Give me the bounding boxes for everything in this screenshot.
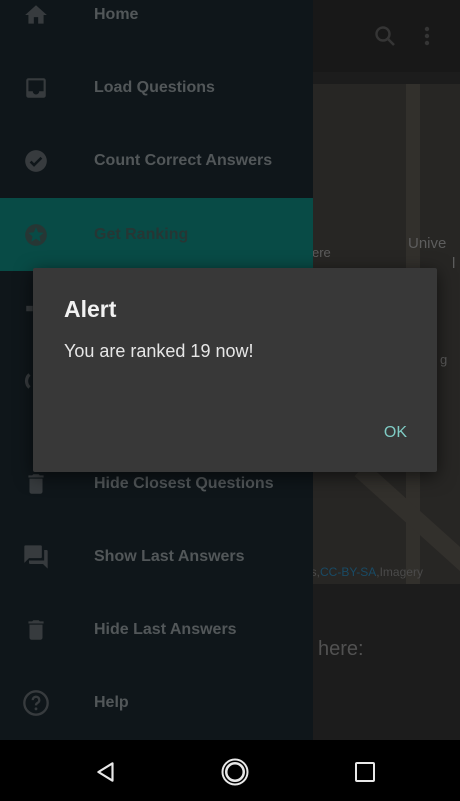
ok-button[interactable]: OK [384, 424, 407, 442]
system-navigation-bar [0, 740, 460, 801]
back-icon[interactable] [86, 752, 126, 792]
dialog-message: You are ranked 19 now! [64, 341, 254, 361]
recent-apps-icon[interactable] [345, 752, 385, 792]
home-button-icon[interactable] [215, 752, 255, 792]
dialog-title: Alert [64, 296, 117, 322]
alert-dialog: Alert You are ranked 19 now! OK [33, 268, 437, 472]
